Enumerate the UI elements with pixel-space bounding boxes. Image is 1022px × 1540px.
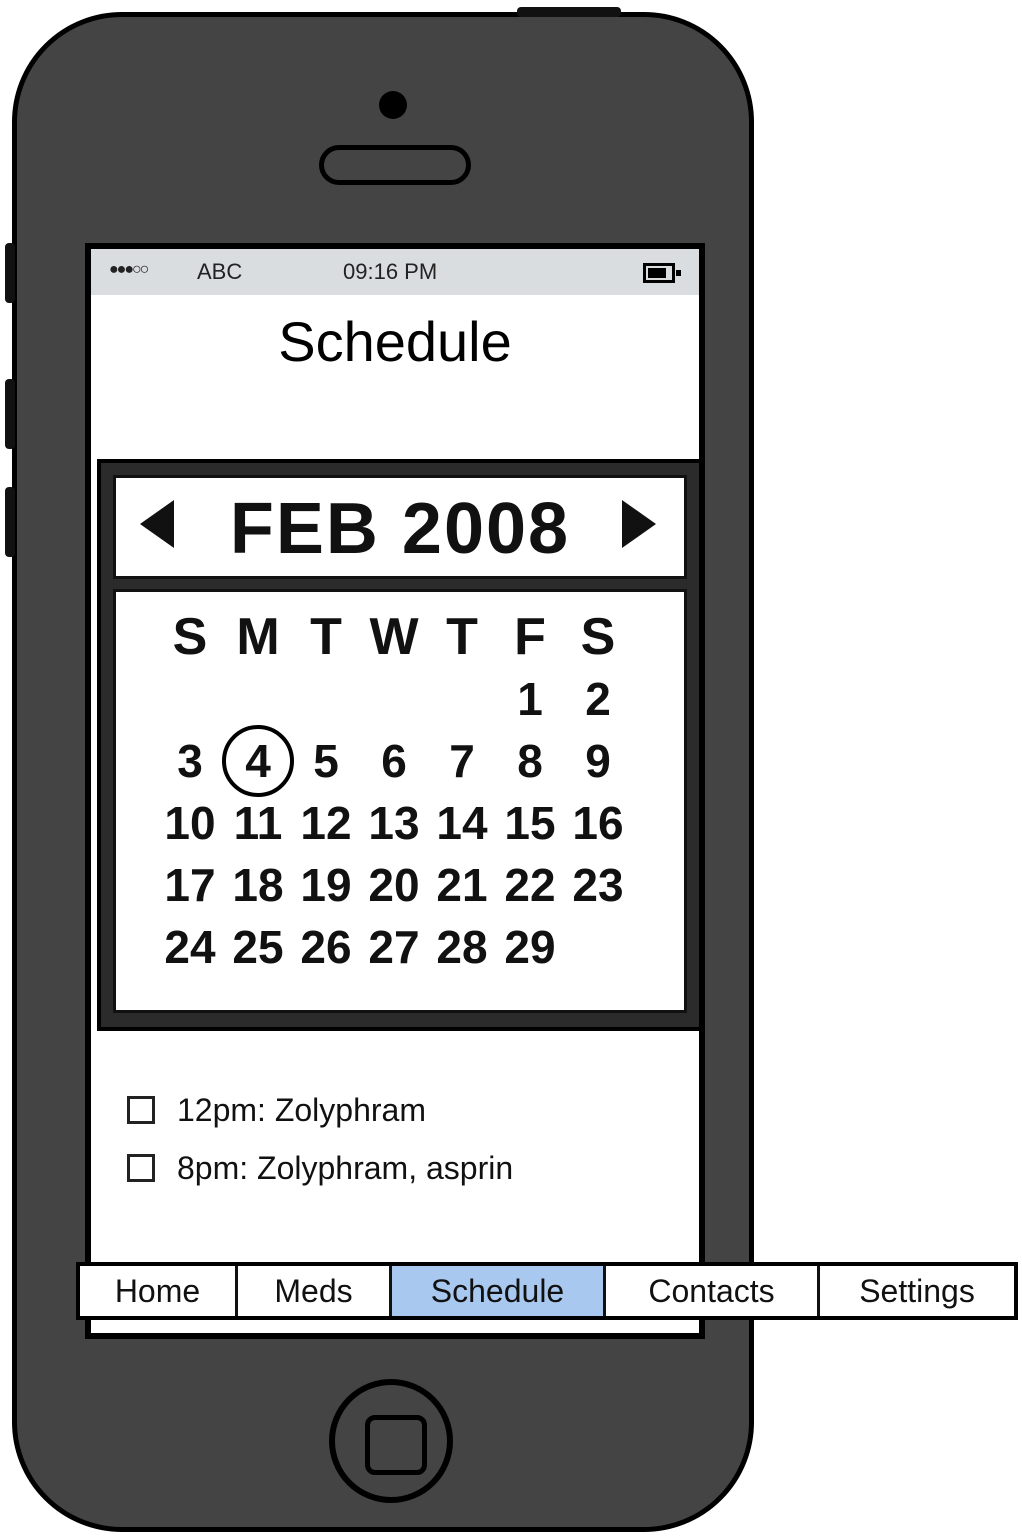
month-label: FEB 2008 (229, 489, 571, 569)
status-time: 09:16 PM (343, 259, 438, 284)
calendar-day[interactable]: 6 (360, 734, 428, 788)
tab-contacts[interactable]: Contacts (606, 1266, 820, 1316)
calendar-day[interactable]: 20 (360, 858, 428, 912)
list-item: 8pm: Zolyphram, asprin (127, 1139, 513, 1197)
calendar-week-row: 10 11 12 13 14 15 16 (156, 792, 636, 854)
silent-switch (5, 243, 15, 303)
month-header: FEB 2008 (113, 475, 687, 579)
calendar-day[interactable]: 12 (292, 796, 360, 850)
calendar-day[interactable]: 3 (156, 734, 224, 788)
weekday-label: W (369, 608, 419, 666)
volume-up-button (5, 379, 15, 449)
weekday-label: F (514, 608, 546, 666)
home-hardware-button[interactable] (329, 1379, 453, 1503)
weekday-label: T (446, 608, 478, 666)
checkbox[interactable] (127, 1096, 155, 1124)
weekday-label: S (172, 608, 208, 666)
calendar-day[interactable]: 13 (360, 796, 428, 850)
signal-icon: ●●●○○ (109, 261, 149, 278)
home-square-icon (365, 1415, 427, 1475)
speaker-icon (319, 145, 471, 185)
weekday-label: S (580, 608, 616, 666)
calendar-day[interactable]: 28 (428, 920, 496, 974)
calendar-day[interactable]: 10 (156, 796, 224, 850)
calendar-day[interactable]: 18 (224, 858, 292, 912)
calendar-day[interactable]: 24 (156, 920, 224, 974)
calendar-day[interactable]: 26 (292, 920, 360, 974)
status-bar: ●●●○○ ABC 09:16 PM (91, 249, 699, 295)
weekday-header-row: SMTWTFS (156, 606, 636, 668)
tab-schedule[interactable]: Schedule (392, 1266, 606, 1316)
calendar-week-row: 12 (156, 668, 636, 730)
calendar-day[interactable]: 14 (428, 796, 496, 850)
calendar-day[interactable]: 1 (496, 672, 564, 726)
calendar-day[interactable]: 5 (292, 734, 360, 788)
list-item: 12pm: Zolyphram (127, 1081, 513, 1139)
event-label: 8pm: Zolyphram, asprin (177, 1149, 514, 1186)
calendar-day[interactable]: 17 (156, 858, 224, 912)
checkbox[interactable] (127, 1154, 155, 1182)
volume-down-button (5, 487, 15, 557)
weekday-label: M (236, 608, 280, 666)
calendar-day[interactable]: 19 (292, 858, 360, 912)
calendar-week-row: 17 18 19 20 21 22 23 (156, 854, 636, 916)
calendar-day[interactable]: 25 (224, 920, 292, 974)
calendar-day[interactable]: 8 (496, 734, 564, 788)
carrier-label: ABC (197, 259, 243, 284)
calendar-day-selected[interactable]: 4 (222, 725, 294, 797)
calendar-week-row: 24 25 26 27 28 29 (156, 916, 636, 978)
battery-icon (643, 263, 681, 283)
tab-meds[interactable]: Meds (238, 1266, 392, 1316)
calendar-day[interactable]: 7 (428, 734, 496, 788)
camera-icon (379, 91, 407, 119)
calendar-day[interactable]: 11 (224, 796, 292, 850)
calendar-day[interactable]: 21 (428, 858, 496, 912)
calendar-grid: S M T W T F S 1 2 3 4 5 6 7 8 9 10 11 12 13 14 15 16 17 18 19 20 21… (156, 606, 636, 978)
calendar-week-row: 3456789 (156, 725, 636, 797)
calendar-day[interactable]: 22 (496, 858, 564, 912)
power-button (517, 7, 621, 17)
chevron-right-icon[interactable] (622, 500, 656, 548)
calendar: FEB 2008 S M T W T F S 1 2 3 4 5 6 7 8 9 10 11 12 13 14 15 16 1… (97, 459, 703, 1031)
calendar-day[interactable]: 23 (564, 858, 632, 912)
calendar-grid-box: S M T W T F S 1 2 3 4 5 6 7 8 9 10 11 12 13 14 15 16 17 18 19 20 21… (113, 589, 687, 1013)
weekday-label: T (310, 608, 342, 666)
calendar-day[interactable]: 16 (564, 796, 632, 850)
calendar-day[interactable]: 9 (564, 734, 632, 788)
tab-settings[interactable]: Settings (820, 1266, 1014, 1316)
event-label: 12pm: Zolyphram (177, 1091, 426, 1128)
phone-screen: ●●●○○ ABC 09:16 PM Schedule FEB 2008 SMT… (85, 243, 705, 1339)
calendar-day[interactable]: 27 (360, 920, 428, 974)
tab-home[interactable]: Home (80, 1266, 238, 1316)
tab-bar: Home Meds Schedule Contacts Settings (76, 1262, 1018, 1320)
calendar-day[interactable]: 2 (564, 672, 632, 726)
event-list: 12pm: Zolyphram 8pm: Zolyphram, asprin (127, 1081, 513, 1197)
calendar-day[interactable]: 15 (496, 796, 564, 850)
calendar-day[interactable]: 29 (496, 920, 564, 974)
page-title: Schedule (278, 310, 512, 373)
